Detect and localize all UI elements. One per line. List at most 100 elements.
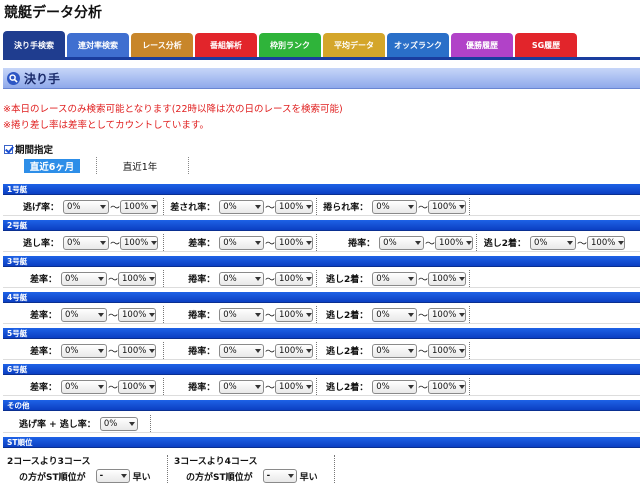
- chevron-down-icon: [459, 276, 466, 281]
- tab-2[interactable]: 連対率検索: [67, 33, 129, 57]
- max-select[interactable]: 100%: [118, 379, 156, 394]
- max-select[interactable]: 100%: [435, 235, 473, 250]
- max-select[interactable]: 100%: [275, 307, 313, 322]
- max-select[interactable]: 100%: [118, 271, 156, 286]
- filter-label: 捲率：: [188, 347, 216, 357]
- chevron-down-icon: [415, 240, 421, 245]
- boat-header-2: 2号艇: [3, 220, 640, 231]
- chevron-down-icon: [408, 384, 414, 389]
- filter-label: 逃し2着：: [326, 383, 369, 393]
- select-value: 0%: [103, 418, 118, 429]
- max-select[interactable]: 100%: [118, 307, 156, 322]
- st-select[interactable]: -: [95, 469, 130, 483]
- period-option-6months[interactable]: 直近6ヶ月: [24, 159, 80, 173]
- range-filter: 逃し2着： 0% 〜 100%: [316, 269, 470, 288]
- st-select[interactable]: -: [262, 469, 297, 483]
- tab-3[interactable]: レース分析: [131, 33, 193, 57]
- tilde-separator: 〜: [265, 203, 275, 214]
- min-select[interactable]: 0%: [61, 343, 107, 358]
- boat-filter-row: 差率： 0% 〜 100% 捲率： 0% 〜 100% 逃し2着： 0% 〜 100%: [3, 341, 640, 360]
- max-select[interactable]: 100%: [120, 235, 158, 250]
- filter-label: 逃げ率：: [22, 203, 59, 213]
- min-select[interactable]: 0%: [63, 199, 109, 214]
- min-select[interactable]: 0%: [61, 379, 107, 394]
- select-value: 0%: [376, 309, 390, 320]
- max-select[interactable]: 100%: [275, 271, 313, 286]
- max-select[interactable]: 100%: [275, 199, 313, 214]
- tab-6[interactable]: 平均データ: [323, 33, 385, 57]
- min-select[interactable]: 0%: [61, 271, 107, 286]
- max-select[interactable]: 100%: [428, 379, 466, 394]
- tilde-separator: 〜: [265, 239, 275, 250]
- max-select[interactable]: 100%: [428, 271, 466, 286]
- tab-9[interactable]: SG履歴: [515, 33, 577, 57]
- chevron-down-icon: [98, 384, 104, 389]
- st-filter: 3コースより4コース の方がST順位が - 早い: [174, 453, 335, 485]
- boat-filter-row: 差率： 0% 〜 100% 捲率： 0% 〜 100% 逃し2着： 0% 〜 100%: [3, 305, 640, 324]
- period-toggle[interactable]: 期間指定: [4, 142, 53, 156]
- max-select[interactable]: 100%: [118, 343, 156, 358]
- min-select[interactable]: 0%: [372, 271, 417, 286]
- filter-label: 逃し2着：: [326, 347, 369, 357]
- max-select[interactable]: 100%: [428, 199, 466, 214]
- period-option-1year[interactable]: 直近1年: [112, 159, 168, 173]
- min-select[interactable]: 0%: [372, 307, 417, 322]
- tab-5[interactable]: 枠別ランク: [259, 33, 321, 57]
- chevron-down-icon: [408, 348, 414, 353]
- filter-label: 逃げ率 + 逃し率：: [19, 420, 96, 430]
- max-select[interactable]: 100%: [275, 343, 313, 358]
- select-value: 100%: [432, 345, 457, 356]
- tilde-separator: 〜: [265, 275, 275, 286]
- min-select[interactable]: 0%: [61, 307, 107, 322]
- filter-label: 逃し2着：: [326, 311, 369, 321]
- max-select[interactable]: 100%: [428, 343, 466, 358]
- tab-bar: 決り手検索 連対率検索 レース分析 番組解析 枠別ランク 平均データ オッズランク 優勝履歴 S…: [3, 31, 640, 60]
- tab-4[interactable]: 番組解析: [195, 33, 257, 57]
- min-select[interactable]: 0%: [219, 343, 264, 358]
- select-value: 100%: [124, 201, 149, 212]
- select-value: 0%: [223, 273, 237, 284]
- nige-sum-select[interactable]: 0%: [99, 416, 138, 431]
- min-select[interactable]: 0%: [219, 235, 264, 250]
- min-select[interactable]: 0%: [63, 235, 109, 250]
- tilde-separator: 〜: [265, 311, 275, 322]
- min-select[interactable]: 0%: [530, 235, 576, 250]
- checkbox-icon[interactable]: [4, 144, 13, 154]
- select-value: 0%: [534, 237, 548, 248]
- st-label: 3コースより4コース: [174, 456, 258, 467]
- min-select[interactable]: 0%: [219, 307, 264, 322]
- min-select[interactable]: 0%: [372, 343, 417, 358]
- chevron-down-icon: [567, 240, 573, 245]
- tilde-separator: 〜: [265, 383, 275, 394]
- min-select[interactable]: 0%: [379, 235, 424, 250]
- select-value: 100%: [279, 237, 304, 248]
- section-header: 決り手: [3, 68, 640, 89]
- chevron-down-icon: [149, 312, 156, 317]
- tilde-separator: 〜: [418, 203, 428, 214]
- tilde-separator: 〜: [418, 383, 428, 394]
- max-select[interactable]: 100%: [587, 235, 625, 250]
- tab-1[interactable]: 決り手検索: [3, 31, 65, 60]
- min-select[interactable]: 0%: [219, 379, 264, 394]
- max-select[interactable]: 100%: [275, 379, 313, 394]
- filter-label: 差率：: [29, 275, 57, 285]
- max-select[interactable]: 100%: [428, 307, 466, 322]
- boat-header-6: 6号艇: [3, 364, 640, 375]
- min-select[interactable]: 0%: [372, 199, 417, 214]
- min-select[interactable]: 0%: [372, 379, 417, 394]
- min-select[interactable]: 0%: [219, 271, 264, 286]
- chevron-down-icon: [151, 240, 158, 245]
- boat-filter-row: 逃し率： 0% 〜 100% 差率： 0% 〜 100% 捲率： 0% 〜 100% 逃し2着： 0% 〜 1…: [3, 233, 640, 252]
- max-select[interactable]: 100%: [120, 199, 158, 214]
- select-value: 100%: [432, 309, 457, 320]
- range-filter: 捲られ率： 0% 〜 100%: [316, 197, 470, 216]
- select-value: 0%: [223, 345, 237, 356]
- tab-7[interactable]: オッズランク: [387, 33, 449, 57]
- tab-8[interactable]: 優勝履歴: [451, 33, 513, 57]
- st-suffix: 早い: [132, 472, 151, 483]
- chevron-down-icon: [408, 276, 414, 281]
- select-value: 100%: [439, 237, 464, 248]
- min-select[interactable]: 0%: [219, 199, 264, 214]
- max-select[interactable]: 100%: [275, 235, 313, 250]
- boat-filter-row: 差率： 0% 〜 100% 捲率： 0% 〜 100% 逃し2着： 0% 〜 100%: [3, 269, 640, 288]
